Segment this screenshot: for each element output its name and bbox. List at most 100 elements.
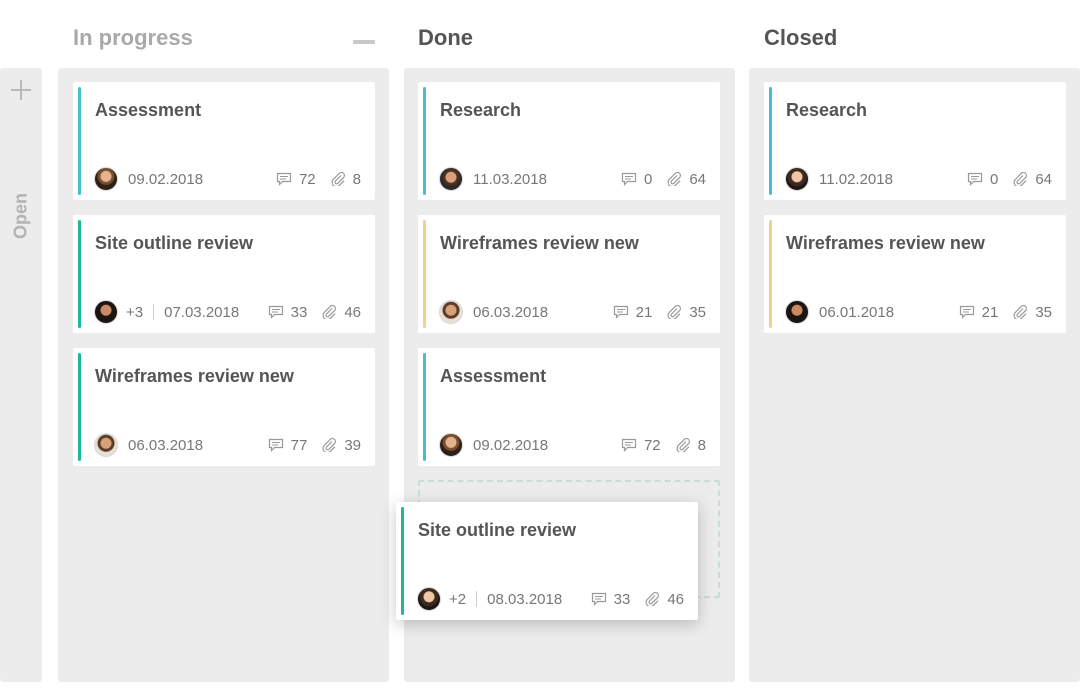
attachments-stat[interactable]: 35 [666,304,706,321]
avatar[interactable] [439,300,463,324]
avatar[interactable] [94,167,118,191]
card-meta: 06.01.2018 21 35 [785,300,1052,324]
paperclip-icon [330,172,346,186]
card-title: Site outline review [418,520,577,540]
comments-stat[interactable]: 72 [621,437,661,454]
attachments-count: 8 [697,436,706,454]
comments-count: 21 [635,303,653,321]
comment-icon [621,438,637,452]
attachments-stat[interactable]: 64 [666,171,706,188]
extra-assignees[interactable]: +3 [126,304,143,321]
card-meta: 11.03.2018 0 64 [439,167,706,191]
card-color-bar [78,353,81,461]
card-color-bar [769,87,772,195]
dragging-task-card[interactable]: Site outline review +2 08.03.2018 33 46 [396,502,698,620]
attachments-count: 8 [352,170,361,188]
task-card[interactable]: Research 11.03.2018 0 64 [418,82,720,200]
task-card[interactable]: Site outline review +3 07.03.2018 33 46 [73,215,375,333]
task-card[interactable]: Wireframes review new 06.01.2018 21 35 [764,215,1066,333]
paperclip-icon [1012,172,1028,186]
collapsed-column-label: Open [10,192,31,240]
comment-icon [268,438,284,452]
collapsed-column-open[interactable]: Open [0,68,42,682]
column-title-done: Done [418,25,473,50]
paperclip-icon [1012,305,1028,319]
task-card[interactable]: Wireframes review new 06.03.2018 21 35 [418,215,720,333]
comments-count: 21 [981,303,999,321]
attachments-stat[interactable]: 64 [1012,171,1052,188]
card-meta: 11.02.2018 0 64 [785,167,1052,191]
comments-stat[interactable]: 0 [621,171,652,188]
column-title-closed: Closed [764,25,838,50]
attachments-stat[interactable]: 46 [321,304,361,321]
card-date: 11.03.2018 [473,170,547,188]
attachments-count: 46 [667,590,684,608]
attachments-stat[interactable]: 8 [330,171,361,188]
comments-count: 33 [290,303,308,321]
attachments-count: 35 [1035,303,1052,321]
card-color-bar [423,220,426,328]
comment-icon [276,172,292,186]
avatar[interactable] [94,433,118,457]
card-date: 09.02.2018 [473,436,549,454]
comments-stat[interactable]: 33 [268,303,308,321]
comment-icon [967,172,983,186]
card-meta: 09.02.2018 72 8 [94,167,361,191]
card-color-bar [423,353,426,461]
card-date: 06.01.2018 [819,303,895,321]
avatar[interactable] [439,167,463,191]
comments-count: 0 [989,170,999,188]
attachments-count: 35 [689,303,706,321]
comment-icon [959,305,975,319]
card-title: Research [440,100,522,120]
comment-icon [613,305,629,319]
task-card[interactable]: Assessment 09.02.2018 72 8 [418,348,720,466]
card-meta: 09.02.2018 72 8 [439,433,706,457]
card-date: 06.03.2018 [473,303,549,321]
avatar[interactable] [94,300,118,324]
attachments-count: 64 [689,170,706,188]
attachments-count: 64 [1035,170,1052,188]
card-title: Assessment [95,100,202,120]
attachments-stat[interactable]: 8 [675,437,706,454]
plus-icon[interactable] [11,80,31,100]
minimize-icon[interactable] [353,40,375,44]
comment-icon [591,592,607,606]
comments-stat[interactable]: 77 [268,436,308,454]
paperclip-icon [321,438,337,452]
comments-count: 72 [643,436,661,454]
avatar[interactable] [439,433,463,457]
card-date: 09.02.2018 [128,170,204,188]
comments-stat[interactable]: 0 [967,171,998,188]
avatar[interactable] [785,167,809,191]
comments-count: 77 [290,436,308,454]
paperclip-icon [666,172,682,186]
card-color-bar [423,87,426,195]
card-title: Wireframes review new [95,366,294,386]
card-color-bar [78,220,81,328]
kanban-board: Open In progress Done Closed Assessment … [0,0,1080,700]
task-card[interactable]: Wireframes review new 06.03.2018 77 39 [73,348,375,466]
comments-stat[interactable]: 72 [276,171,316,188]
extra-assignees[interactable]: +2 [449,591,466,608]
attachments-stat[interactable]: 35 [1012,304,1052,321]
attachments-stat[interactable]: 39 [321,437,361,454]
card-date: 06.03.2018 [128,436,204,454]
attachments-stat[interactable]: 46 [644,591,684,608]
task-card[interactable]: Assessment 09.02.2018 72 8 [73,82,375,200]
paperclip-icon [644,592,660,606]
avatar[interactable] [417,587,441,611]
card-date: 11.02.2018 [819,170,893,188]
task-card[interactable]: Research 11.02.2018 0 64 [764,82,1066,200]
card-meta: +3 07.03.2018 33 46 [94,300,361,324]
card-date: 08.03.2018 [487,590,563,608]
divider [476,591,478,607]
paperclip-icon [675,438,691,452]
comments-count: 33 [613,590,631,608]
comments-stat[interactable]: 21 [613,303,653,321]
avatar[interactable] [785,300,809,324]
card-color-bar [401,507,404,615]
comments-stat[interactable]: 21 [959,303,999,321]
comments-stat[interactable]: 33 [591,590,631,608]
card-title: Site outline review [95,233,254,253]
